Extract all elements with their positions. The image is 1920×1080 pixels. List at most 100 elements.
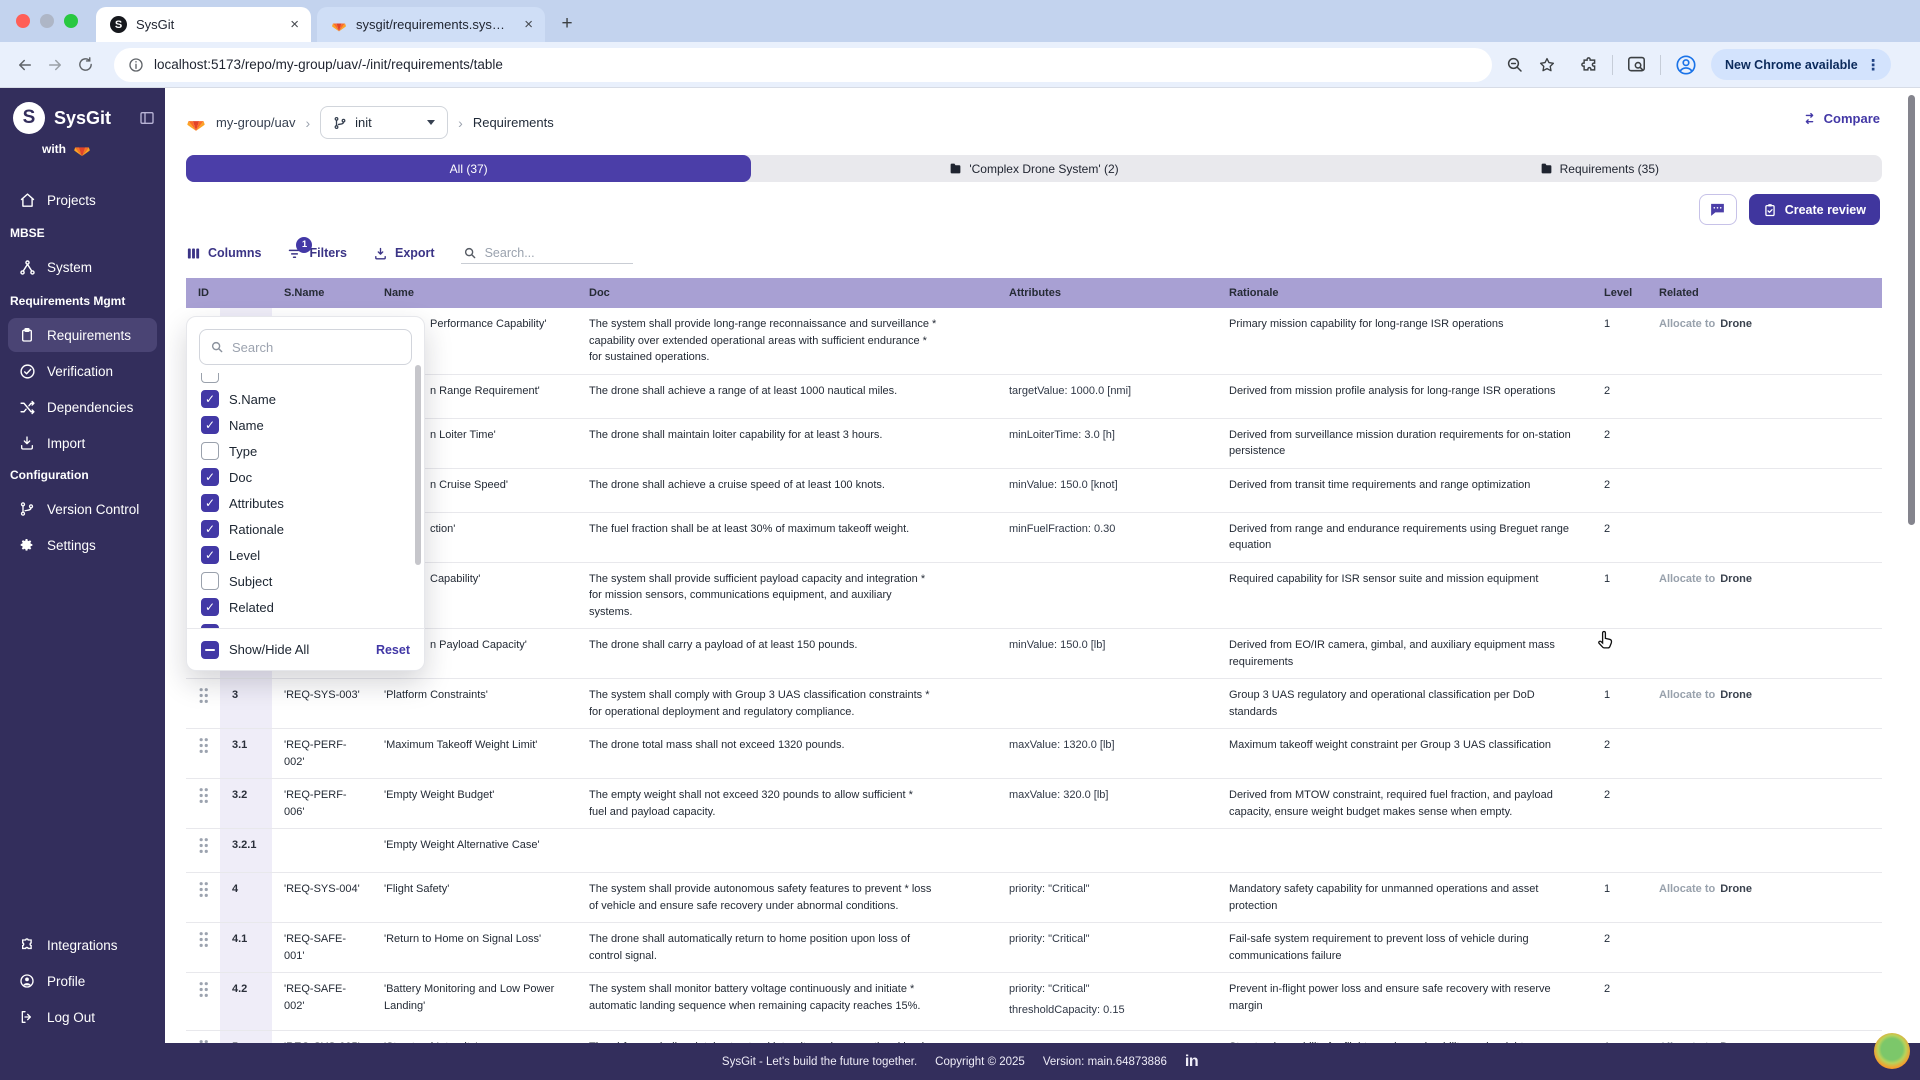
related-target[interactable]: Drone (1720, 689, 1752, 701)
sidebar-item-projects[interactable]: Projects (8, 183, 157, 217)
table-search[interactable] (460, 243, 633, 264)
table-row[interactable]: 5'REQ-SYS-005''Structural Integrity'The … (186, 1030, 1882, 1043)
drag-handle-icon[interactable] (186, 1030, 220, 1043)
column-toggle-comments[interactable]: ✓ comments (201, 620, 410, 628)
table-row[interactable]: 4 'REQ-SYS-004' 'Flight Safety' The system … (186, 872, 1882, 923)
browser-menu-icon[interactable]: ⋮ (1866, 56, 1881, 74)
drag-handle-icon[interactable] (186, 728, 220, 779)
column-toggle-subject[interactable]: Subject (201, 568, 410, 594)
table-row[interactable]: 4.1 'REQ-SAFE-001' 'Return to Home on Sign… (186, 922, 1882, 973)
sidebar-item-version-control[interactable]: Version Control (8, 492, 157, 526)
column-toggle-attributes[interactable]: ✓ Attributes (201, 490, 410, 516)
show-hide-all-checkbox[interactable] (201, 640, 219, 659)
forward-icon[interactable] (40, 50, 70, 80)
zoom-window-button[interactable] (64, 14, 78, 28)
table-row[interactable]: n Range Requirement' The drone shall achi… (186, 374, 1882, 419)
close-window-button[interactable] (16, 14, 30, 28)
comments-button[interactable] (1698, 194, 1737, 225)
table-row[interactable]: n Cruise Speed' The drone shall achieve a… (186, 468, 1882, 513)
related-target[interactable]: Drone (1720, 573, 1752, 585)
create-review-button[interactable]: Create review (1748, 194, 1880, 225)
compare-button[interactable]: Compare (1802, 111, 1880, 126)
column-toggle-type[interactable]: Type (201, 438, 410, 464)
sidebar-item-integrations[interactable]: Integrations (8, 928, 157, 962)
cell-doc (577, 828, 997, 873)
close-tab-icon[interactable]: × (524, 16, 533, 33)
table-row[interactable]: ction' The fuel fraction shall be at leas… (186, 512, 1882, 563)
drag-handle-icon[interactable] (186, 778, 220, 829)
sidebar-item-verification[interactable]: Verification (8, 354, 157, 388)
column-toggle-hidden[interactable] (201, 373, 410, 386)
related-target[interactable]: Drone (1720, 883, 1752, 895)
table-row[interactable]: n Loiter Time' The drone shall maintain l… (186, 418, 1882, 469)
table-row[interactable]: 3.2.1 'Empty Weight Alternative Case' (186, 828, 1882, 873)
export-button[interactable]: Export (373, 246, 435, 261)
column-toggle-s-name[interactable]: ✓ S.Name (201, 386, 410, 412)
columns-search-input[interactable] (232, 339, 382, 355)
table-row[interactable]: 3 'REQ-SYS-003' 'Platform Constraints' The … (186, 678, 1882, 729)
column-header-level[interactable]: Level (1592, 278, 1647, 308)
zoom-out-icon[interactable] (1506, 56, 1524, 74)
column-toggle-rationale[interactable]: ✓ Rationale (201, 516, 410, 542)
table-row[interactable]: 3.2 'REQ-PERF-006' 'Empty Weight Budget' Th… (186, 778, 1882, 829)
column-header-name[interactable]: Name (372, 278, 577, 308)
column-header-rationale[interactable]: Rationale (1217, 278, 1592, 308)
drag-handle-icon[interactable] (186, 678, 220, 729)
sidebar-item-requirements[interactable]: Requirements (8, 318, 157, 352)
column-header-attributes[interactable]: Attributes (997, 278, 1217, 308)
columns-search[interactable] (199, 329, 412, 365)
address-bar[interactable]: localhost:5173/repo/my-group/uav/-/init/… (114, 47, 1492, 82)
table-row[interactable]: 4.2 'REQ-SAFE-002' 'Battery Monitoring and… (186, 972, 1882, 1031)
sidebar-item-settings[interactable]: Settings (8, 528, 157, 562)
bookmark-star-icon[interactable] (1538, 56, 1556, 74)
site-info-icon[interactable] (128, 57, 144, 73)
sidebar-item-logout[interactable]: Log Out (8, 1000, 157, 1034)
reset-button[interactable]: Reset (376, 643, 410, 657)
column-header-doc[interactable]: Doc (577, 278, 997, 308)
table-row[interactable]: 3.1 'REQ-PERF-002' 'Maximum Takeoff Weight… (186, 728, 1882, 779)
app-logo[interactable]: S SysGit (13, 102, 111, 134)
column-toggle-level[interactable]: ✓ Level (201, 542, 410, 568)
column-toggle-name[interactable]: ✓ Name (201, 412, 410, 438)
minimize-window-button[interactable] (40, 14, 54, 28)
breadcrumb-project[interactable]: my-group/uav (216, 115, 295, 130)
sidebar-item-profile[interactable]: Profile (8, 964, 157, 998)
branch-selector[interactable]: init (320, 106, 449, 139)
search-input[interactable] (484, 245, 615, 260)
tab-requirements[interactable]: Requirements (35) (1317, 155, 1882, 182)
linkedin-icon[interactable]: in (1185, 1053, 1199, 1071)
drag-handle-icon[interactable] (186, 872, 220, 923)
close-tab-icon[interactable]: × (290, 16, 299, 33)
sidebar-item-import[interactable]: Import (8, 426, 157, 460)
browser-tab-gitlab[interactable]: sysgit/requirements.sysml · s × (317, 7, 545, 42)
column-toggle-related[interactable]: ✓ Related (201, 594, 410, 620)
table-row[interactable]: Capability' The system shall provide suff… (186, 562, 1882, 629)
column-header-id[interactable]: ID (186, 278, 272, 308)
back-icon[interactable] (10, 50, 40, 80)
extensions-icon[interactable] (1580, 56, 1598, 74)
profile-icon[interactable] (1675, 54, 1697, 76)
browser-tab-sysgit[interactable]: S SysGit × (96, 7, 311, 42)
column-header-related[interactable]: Related (1647, 278, 1882, 308)
related-target[interactable]: Drone (1720, 318, 1752, 330)
drag-handle-icon[interactable] (186, 972, 220, 1031)
drag-handle-icon[interactable] (186, 828, 220, 873)
chrome-update-pill[interactable]: New Chrome available ⋮ (1711, 49, 1891, 80)
sidebar-item-system[interactable]: System (8, 250, 157, 284)
columns-button[interactable]: Columns (186, 246, 261, 261)
tab-complex-drone-system[interactable]: 'Complex Drone System' (2) (751, 155, 1316, 182)
table-row[interactable]: n Payload Capacity' The drone shall carry… (186, 628, 1882, 679)
sidebar-collapse-icon[interactable] (139, 110, 155, 126)
tab-search-icon[interactable] (1627, 56, 1646, 73)
column-header-sname[interactable]: S.Name (272, 278, 372, 308)
sidebar-item-dependencies[interactable]: Dependencies (8, 390, 157, 424)
column-toggle-doc[interactable]: ✓ Doc (201, 464, 410, 490)
reload-icon[interactable] (70, 50, 100, 80)
filters-button[interactable]: 1 Filters (287, 236, 347, 261)
dropdown-scrollbar[interactable] (415, 365, 421, 565)
tab-all[interactable]: All (37) (186, 155, 752, 182)
new-tab-button[interactable]: + (553, 10, 581, 38)
table-row[interactable]: Performance Capability' The system shall … (186, 308, 1882, 375)
drag-handle-icon[interactable] (186, 922, 220, 973)
page-scrollbar[interactable] (1908, 95, 1915, 525)
